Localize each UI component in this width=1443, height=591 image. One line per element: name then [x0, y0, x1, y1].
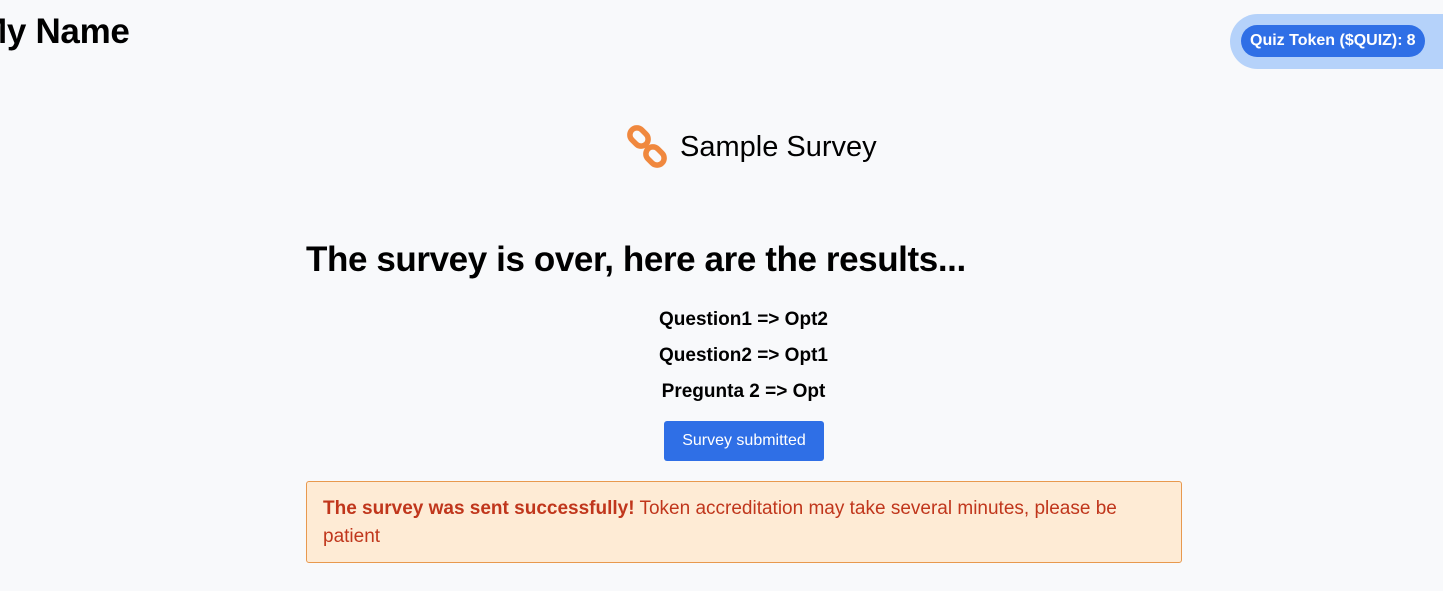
app-name: My Name [0, 12, 130, 51]
results-list: Question1 => Opt2 Question2 => Opt1 Preg… [0, 306, 1443, 414]
alert-strong-text: The survey was sent successfully! [323, 498, 635, 519]
token-balance-label: Quiz Token ($QUIZ): [1250, 32, 1403, 49]
survey-title: Sample Survey [680, 130, 877, 163]
token-balance-value: 8 [1406, 32, 1416, 49]
results-heading: The survey is over, here are the results… [306, 240, 966, 279]
result-item: Pregunta 2 => Opt [661, 381, 826, 402]
token-balance-badge[interactable]: Quiz Token ($QUIZ): 8 [1241, 25, 1425, 57]
survey-submitted-button[interactable]: Survey submitted [664, 421, 824, 461]
chain-link-icon [624, 124, 670, 170]
success-alert: The survey was sent successfully! Token … [306, 481, 1182, 563]
result-item: Question2 => Opt1 [659, 345, 828, 366]
result-item: Question1 => Opt2 [659, 309, 828, 330]
survey-header: Sample Survey [624, 124, 877, 170]
